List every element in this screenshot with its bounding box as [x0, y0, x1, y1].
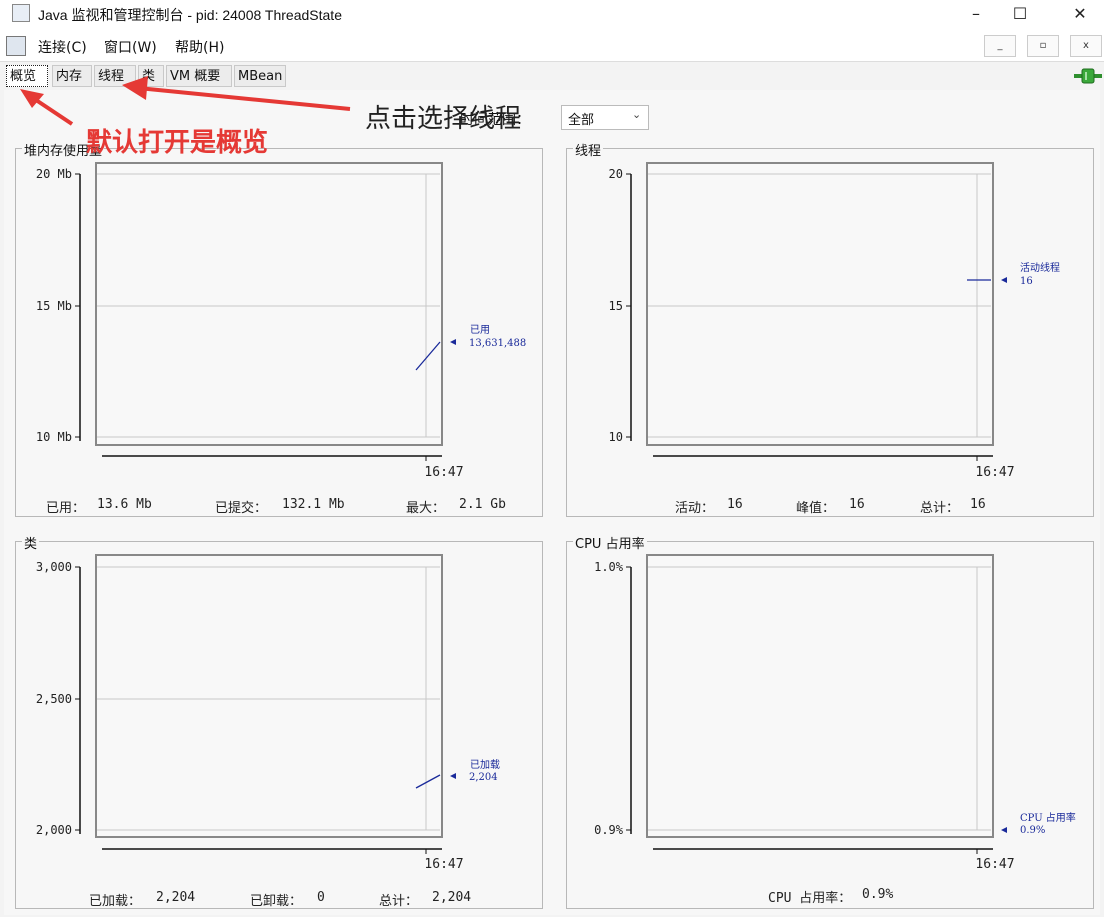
marker-arrow-icon [1001, 277, 1007, 283]
y-tick-label: 2,000 [36, 823, 72, 837]
menu-connect[interactable]: 连接(C) [38, 37, 87, 57]
cpu-plot-area [646, 554, 994, 838]
cpu-chart: 1.0% 0.9% 16:47 CPU 占用率 0.9% [594, 554, 1076, 872]
menu-help[interactable]: 帮助(H) [175, 37, 224, 57]
chevron-down-icon[interactable]: ⌄ [632, 108, 641, 121]
threads-stat-total-label: 总计： [920, 501, 960, 516]
classes-stat-unloaded-value: 0 [317, 890, 325, 905]
marker-arrow-icon [1001, 827, 1007, 833]
classes-stat-unloaded-label: 已卸载： [250, 894, 303, 909]
default-overview-annotation: 默认打开是概览 [86, 128, 269, 158]
x-tick-label: 16:47 [424, 857, 463, 872]
classes-stat-total-value: 2,204 [432, 890, 472, 905]
threads-stat-live-value: 16 [727, 497, 743, 512]
y-tick-label: 2,500 [36, 692, 72, 706]
classes-marker-value: 2,204 [469, 772, 498, 783]
threads-panel-title: 线程 [573, 140, 604, 159]
threads-chart: 20 15 10 16:47 活动线程 16 [609, 162, 1060, 480]
cpu-stat-value: 0.9% [862, 887, 894, 902]
y-tick-label: 10 [609, 430, 623, 444]
x-tick-label: 16:47 [975, 465, 1014, 480]
y-tick-label: 10 Mb [36, 430, 72, 444]
threads-marker-value: 16 [1020, 276, 1033, 287]
classes-chart: 3,000 2,500 2,000 16:47 已加载 2,204 [36, 554, 500, 872]
tab-mbean[interactable]: MBean [234, 65, 286, 87]
menu-bar [0, 30, 1104, 62]
threads-stat-peak-value: 16 [849, 497, 865, 512]
window-minimize-button[interactable]: – [954, 2, 998, 26]
tab-threads[interactable]: 线程 [94, 65, 136, 87]
menu-window[interactable]: 窗口(W) [104, 37, 157, 57]
classes-stat-loaded-label: 已加载： [89, 894, 142, 909]
threads-stat-total-value: 16 [970, 497, 986, 512]
tab-classes[interactable]: 类 [138, 65, 164, 87]
time-range-value: 全部 [568, 113, 595, 128]
tab-memory[interactable]: 内存 [52, 65, 92, 87]
classes-plot-area [95, 554, 443, 838]
y-tick-label: 3,000 [36, 560, 72, 574]
heap-stat-used-label: 已用： [46, 501, 86, 516]
cpu-stat-label: CPU 占用率： [768, 891, 852, 906]
internal-restore-button[interactable]: ▫ [1027, 35, 1059, 57]
y-tick-label: 15 Mb [36, 299, 72, 313]
heap-plot-area [95, 162, 443, 446]
java-app-icon [12, 4, 30, 22]
y-tick-label: 0.9% [594, 823, 624, 837]
heap-chart: 20 Mb 15 Mb 10 Mb 16:47 已用 13,631,488 [36, 162, 526, 480]
cpu-marker-value: 0.9% [1020, 825, 1045, 836]
internal-minimize-button[interactable]: _ [984, 35, 1016, 57]
heap-marker-value: 13,631,488 [469, 338, 526, 349]
y-tick-label: 15 [609, 299, 623, 313]
x-tick-label: 16:47 [975, 857, 1014, 872]
internal-close-button[interactable]: x [1070, 35, 1102, 57]
heap-stat-committed-label: 已提交： [215, 501, 268, 516]
classes-stat-loaded-value: 2,204 [156, 890, 196, 905]
threads-marker-label: 活动线程 [1020, 261, 1060, 274]
heap-stat-max-value: 2.1 Gb [459, 497, 506, 512]
window-close-button[interactable]: ✕ [1058, 2, 1102, 26]
heap-stat-used-value: 13.6 Mb [97, 497, 152, 512]
cpu-marker-label: CPU 占用率 [1020, 811, 1076, 824]
heap-stat-committed-value: 132.1 Mb [282, 497, 345, 512]
classes-marker-label: 已加载 [470, 759, 500, 771]
window-maximize-button[interactable]: ☐ [998, 2, 1042, 26]
window-title: Java 监视和管理控制台 - pid: 24008 ThreadState [38, 7, 342, 23]
threads-plot-area [646, 162, 994, 446]
tab-vm-summary[interactable]: VM 概要 [166, 65, 232, 87]
classes-stat-total-label: 总计： [379, 894, 419, 909]
y-tick-label: 1.0% [594, 560, 624, 574]
threads-stat-live-label: 活动： [675, 501, 715, 516]
heap-stat-max-label: 最大： [406, 501, 446, 516]
connection-status-icon [1074, 68, 1102, 84]
tab-overview[interactable]: 概览 [6, 65, 48, 87]
threads-stat-peak-label: 峰值： [796, 501, 836, 516]
marker-arrow-icon [450, 773, 456, 779]
marker-arrow-icon [450, 339, 456, 345]
select-thread-annotation: 点击选择线程 [365, 104, 522, 134]
heap-marker-label: 已用 [470, 325, 490, 336]
x-tick-label: 16:47 [424, 465, 463, 480]
y-tick-label: 20 Mb [36, 167, 72, 181]
app-menu-icon[interactable] [6, 36, 26, 56]
y-tick-label: 20 [609, 167, 623, 181]
